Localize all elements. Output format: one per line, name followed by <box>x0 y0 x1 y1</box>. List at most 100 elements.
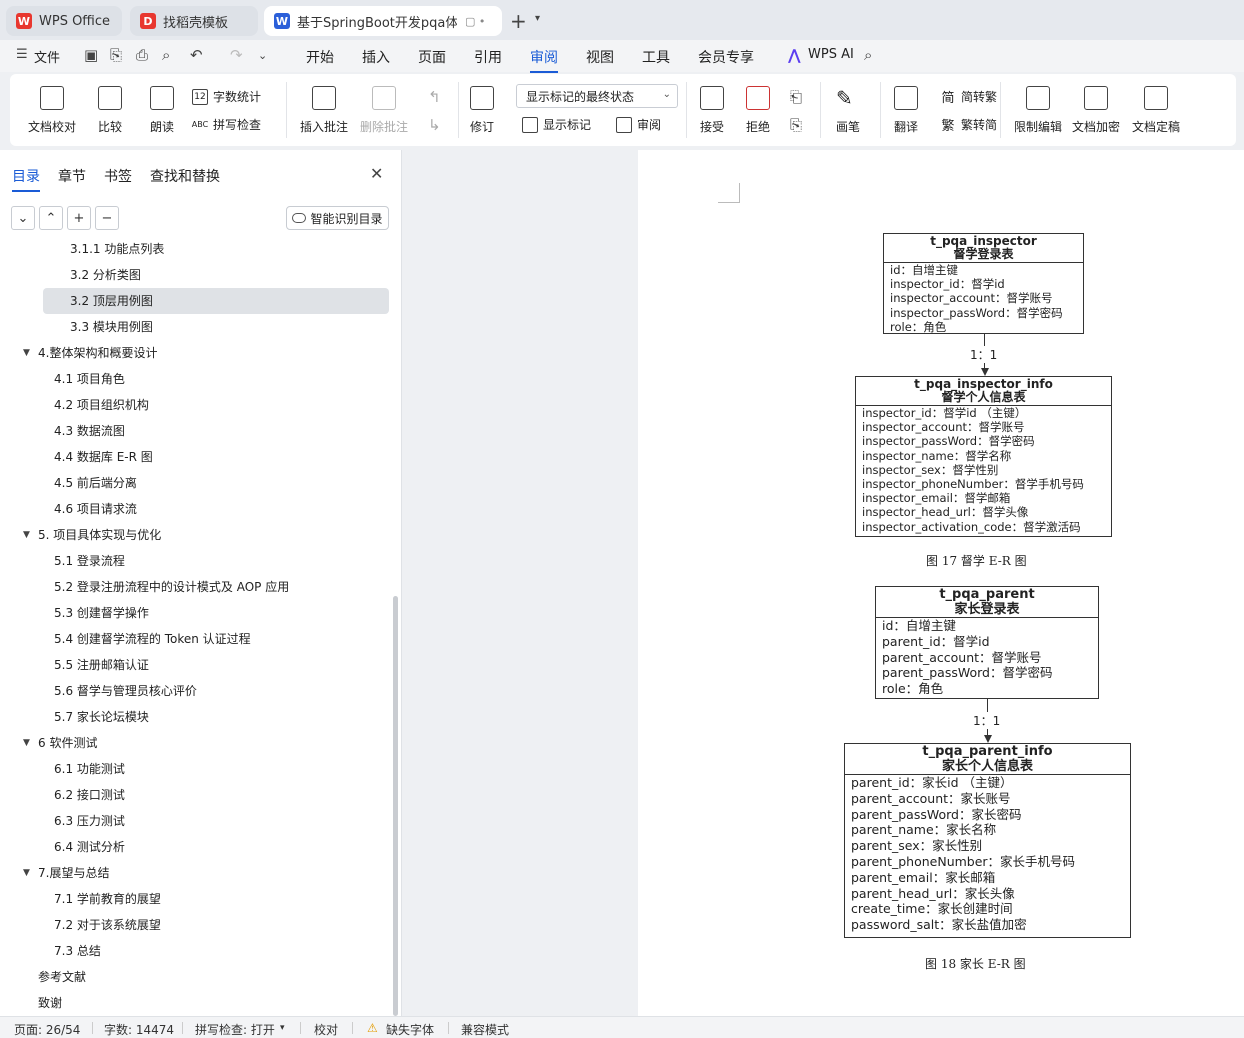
menu-home[interactable]: 开始 <box>306 47 334 67</box>
menu-tools[interactable]: 工具 <box>642 47 670 67</box>
toc-item[interactable]: 7.2 对于该系统展望 <box>54 912 161 938</box>
toc-item[interactable]: 5.6 督学与管理员核心评价 <box>54 678 197 704</box>
toc-item[interactable]: ▼ 7.展望与总结 <box>23 860 109 886</box>
translate-button[interactable]: 翻译 <box>894 86 918 135</box>
search-icon[interactable]: ⌕ <box>864 46 872 64</box>
prev-change-icon[interactable]: ⎗ <box>790 88 802 106</box>
toc-item[interactable]: 4.1 项目角色 <box>54 366 125 392</box>
tab-status-icon[interactable]: ▢ • <box>465 15 485 28</box>
print-icon[interactable]: ⎙ <box>136 46 148 64</box>
restrict-edit-button[interactable]: 限制编辑 <box>1014 86 1062 135</box>
undo-icon[interactable]: ↶ <box>190 46 203 64</box>
show-markup-button[interactable]: 显示标记 <box>522 116 591 133</box>
trad-to-simp-button[interactable]: 繁 繁转简 <box>940 116 997 134</box>
tab-docer-templates[interactable]: D 找稻壳模板 <box>130 6 258 36</box>
menu-review[interactable]: 审阅 <box>530 47 558 73</box>
tab-current-document[interactable]: W 基于SpringBoot开发pqa体系 ▢ • <box>264 6 502 36</box>
menu-view[interactable]: 视图 <box>586 47 614 67</box>
insert-comment-button[interactable]: 插入批注 <box>300 86 348 135</box>
tab-toc[interactable]: 目录 <box>12 166 40 192</box>
ink-button[interactable]: ✎ 画笔 <box>836 86 860 135</box>
add-heading-icon[interactable]: + <box>67 206 91 230</box>
simp-to-trad-button[interactable]: 简 简转繁 <box>940 88 997 106</box>
toc-item[interactable]: 6.3 压力测试 <box>54 808 125 834</box>
tab-chapters[interactable]: 章节 <box>58 166 86 186</box>
word-count-button[interactable]: 12 字数统计 <box>192 88 261 105</box>
accept-button[interactable]: 接受 <box>700 86 724 135</box>
save-icon[interactable]: ▣ <box>84 46 98 64</box>
next-change-icon[interactable]: ⎘ <box>790 116 802 134</box>
doc-check-button[interactable]: 文档校对 <box>28 86 76 135</box>
toc-item[interactable]: 7.1 学前教育的展望 <box>54 886 161 912</box>
expand-triangle-icon[interactable]: ▼ <box>23 860 30 886</box>
missing-font-status[interactable]: 缺失字体 <box>386 1021 434 1038</box>
menu-wps-ai[interactable]: WPS AI <box>808 47 854 62</box>
toc-item[interactable]: 6.1 功能测试 <box>54 756 125 782</box>
toc-scrollbar[interactable] <box>393 596 398 1016</box>
close-icon[interactable]: ✕ <box>370 164 383 183</box>
toc-item[interactable]: 4.4 数据库 E-R 图 <box>54 444 153 470</box>
toc-item[interactable]: 致谢 <box>38 990 62 1016</box>
reject-button[interactable]: 拒绝 <box>746 86 770 135</box>
redo-icon[interactable]: ↷ <box>230 46 243 64</box>
toc-item[interactable]: 3.1.1 功能点列表 <box>70 238 164 262</box>
delete-comment-button[interactable]: 删除批注 <box>360 86 408 135</box>
quick-access-chevron-icon[interactable]: ⌄ <box>258 49 267 62</box>
tab-wps-office[interactable]: W WPS Office <box>6 6 122 36</box>
spell-check-status[interactable]: 拼写检查: 打开 <box>195 1021 275 1038</box>
markup-state-select[interactable]: 显示标记的最终状态 ⌄ <box>516 84 678 108</box>
smart-toc-button[interactable]: 智能识别目录 <box>286 206 389 230</box>
new-tab-plus-icon[interactable]: + <box>510 9 527 33</box>
remove-heading-icon[interactable]: − <box>95 206 119 230</box>
tab-list-chevron-icon[interactable]: ▾ <box>535 13 540 24</box>
revise-button[interactable]: 修订 <box>470 86 494 135</box>
chevron-down-icon[interactable]: ▾ <box>280 1023 285 1033</box>
compare-button[interactable]: 比较 <box>98 86 122 135</box>
tab-bookmarks[interactable]: 书签 <box>104 166 132 186</box>
expand-triangle-icon[interactable]: ▼ <box>23 340 30 366</box>
menu-references[interactable]: 引用 <box>474 47 502 67</box>
read-aloud-button[interactable]: 朗读 <box>150 86 174 135</box>
toc-item[interactable]: ▼ 6 软件测试 <box>23 730 97 756</box>
toc-item[interactable]: 5.1 登录流程 <box>54 548 125 574</box>
toc-item[interactable]: 参考文献 <box>38 964 86 990</box>
toc-item[interactable]: 5.2 登录注册流程中的设计模式及 AOP 应用 <box>54 574 289 600</box>
menu-insert[interactable]: 插入 <box>362 47 390 67</box>
expand-triangle-icon[interactable]: ▼ <box>23 522 30 548</box>
toc-item[interactable]: 3.2 顶层用例图 <box>43 288 389 314</box>
menu-member[interactable]: 会员专享 <box>698 47 754 67</box>
toc-item[interactable]: 6.4 测试分析 <box>54 834 125 860</box>
review-pane-button[interactable]: 审阅 <box>616 116 661 133</box>
menu-page[interactable]: 页面 <box>418 47 446 67</box>
toc-item[interactable]: 4.3 数据流图 <box>54 418 125 444</box>
toc-item[interactable]: 4.5 前后端分离 <box>54 470 137 496</box>
expand-down-icon[interactable]: ⌄ <box>11 206 35 230</box>
toc-item[interactable]: 7.3 总结 <box>54 938 101 964</box>
encrypt-button[interactable]: 文档加密 <box>1072 86 1120 135</box>
print-preview-icon[interactable]: ⌕ <box>162 46 170 64</box>
word-count-indicator[interactable]: 字数: 14474 <box>104 1021 174 1038</box>
toc-item[interactable]: 5.3 创建督学操作 <box>54 600 149 626</box>
document-page[interactable]: t_pqa_inspector 督学登录表 id：自增主键 inspector_i… <box>638 150 1244 1016</box>
collapse-up-icon[interactable]: ⌃ <box>39 206 63 230</box>
toc-item[interactable]: 3.2 分析类图 <box>70 262 141 288</box>
toc-item[interactable]: 3.3 模块用例图 <box>70 314 153 340</box>
toc-item[interactable]: 4.2 项目组织机构 <box>54 392 149 418</box>
toc-item[interactable]: ▼ 5. 项目具体实现与优化 <box>23 522 161 548</box>
toc-item[interactable]: 5.5 注册邮箱认证 <box>54 652 149 678</box>
expand-triangle-icon[interactable]: ▼ <box>23 730 30 756</box>
proofread-status[interactable]: 校对 <box>314 1021 338 1038</box>
next-comment-icon[interactable]: ↳ <box>428 116 441 134</box>
tab-find-replace[interactable]: 查找和替换 <box>150 166 220 186</box>
prev-comment-icon[interactable]: ↰ <box>428 88 441 106</box>
toc-item[interactable]: ▼ 4.整体架构和概要设计 <box>23 340 157 366</box>
toc-item[interactable]: 4.6 项目请求流 <box>54 496 137 522</box>
finalize-button[interactable]: 文档定稿 <box>1132 86 1180 135</box>
menu-file[interactable]: 文件 <box>34 47 60 66</box>
export-pdf-icon[interactable]: ⎘ <box>110 46 122 64</box>
spell-check-button[interactable]: ABC 拼写检查 <box>192 116 261 133</box>
toc-item[interactable]: 6.2 接口测试 <box>54 782 125 808</box>
toc-item[interactable]: 5.7 家长论坛模块 <box>54 704 149 730</box>
toc-item[interactable]: 5.4 创建督学流程的 Token 认证过程 <box>54 626 251 652</box>
hamburger-icon[interactable]: ☰ <box>16 47 28 62</box>
